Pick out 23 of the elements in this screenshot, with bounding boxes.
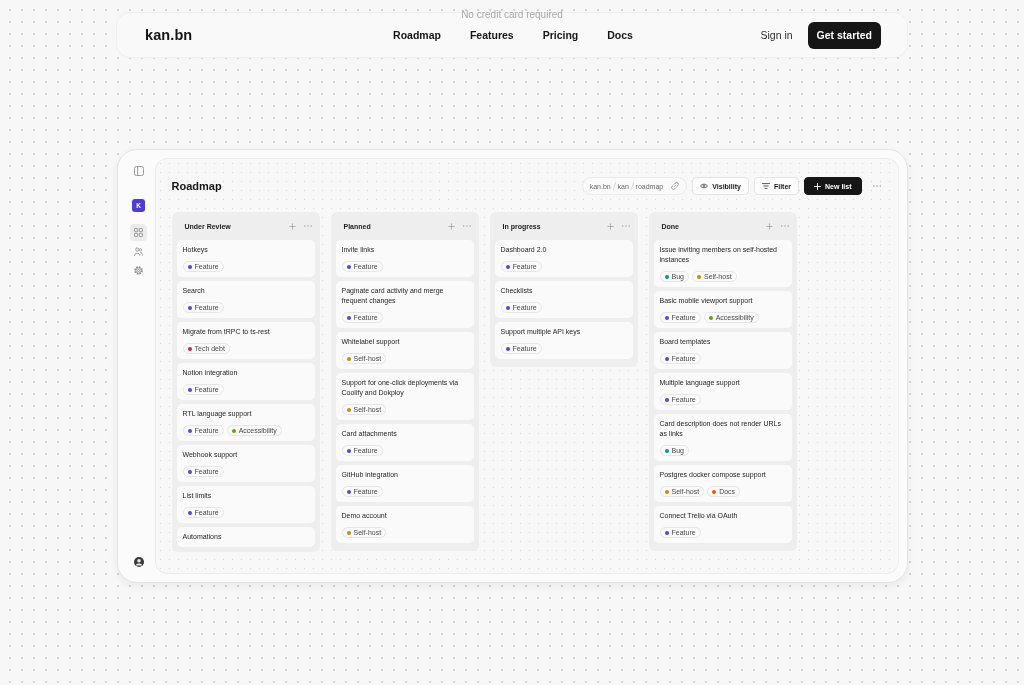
sign-in-link[interactable]: Sign in bbox=[760, 29, 793, 41]
get-started-button[interactable]: Get started bbox=[807, 21, 881, 49]
sidebar-toggle-icon[interactable] bbox=[133, 166, 144, 176]
eye-icon bbox=[700, 183, 709, 189]
user-avatar-icon[interactable] bbox=[133, 557, 144, 567]
plus-icon bbox=[814, 182, 822, 190]
filter-icon bbox=[761, 183, 770, 189]
logo-text[interactable]: kan.bn bbox=[145, 27, 193, 43]
settings-icon bbox=[134, 266, 143, 275]
add-card-icon[interactable] bbox=[447, 222, 455, 230]
nav-link[interactable]: Roadmap bbox=[393, 29, 441, 41]
board-title: Roadmap bbox=[171, 180, 222, 192]
nav-link[interactable]: Docs bbox=[607, 29, 633, 41]
add-card-icon[interactable] bbox=[765, 222, 773, 230]
users-icon bbox=[134, 247, 143, 256]
add-card-icon[interactable] bbox=[288, 222, 296, 230]
hero-note: No credit card required bbox=[461, 9, 563, 21]
add-card-icon[interactable] bbox=[606, 222, 614, 230]
nav-link[interactable]: Features bbox=[469, 29, 514, 41]
boards-nav-item[interactable] bbox=[130, 224, 147, 241]
link-icon[interactable] bbox=[671, 182, 680, 190]
nav-link[interactable]: Pricing bbox=[542, 29, 579, 41]
grid-icon bbox=[134, 228, 143, 237]
